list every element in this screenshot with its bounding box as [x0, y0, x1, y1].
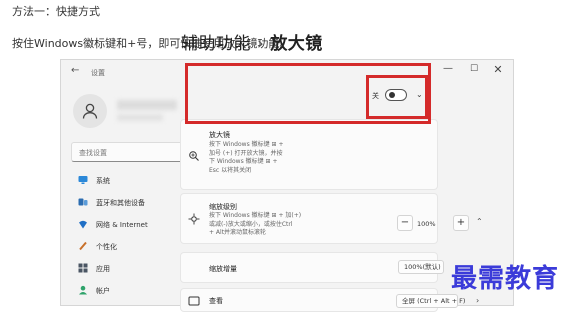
zoom-in-button[interactable]: +	[453, 215, 469, 231]
search-placeholder: 查找设置	[79, 149, 107, 157]
account-icon	[79, 285, 87, 295]
wifi-icon	[79, 220, 87, 229]
blurred-username	[117, 100, 177, 110]
zoom-increment-title: 缩放增量	[209, 265, 237, 273]
toggle-knob	[389, 92, 395, 98]
maximize-button[interactable]: ☐	[467, 64, 481, 74]
user-icon	[82, 103, 98, 119]
zoom-level-title: 缩放级别	[209, 203, 237, 211]
view-select[interactable]: 全屏 (Ctrl + Alt + F)	[396, 294, 465, 308]
blurred-email	[117, 114, 163, 121]
sidebar-item-label: 应用	[96, 265, 110, 273]
sidebar-item-label: 帐户	[96, 287, 110, 295]
article-heading: 方法一：快捷方式	[12, 5, 100, 18]
avatar[interactable]	[73, 94, 107, 128]
toggle-state-label: 关	[372, 92, 379, 100]
minimize-button[interactable]: —	[441, 63, 455, 74]
breadcrumb-parent[interactable]: 辅助功能	[181, 34, 251, 54]
apps-icon	[78, 263, 88, 273]
zoom-level-value: 100%	[417, 220, 436, 228]
view-icon	[188, 296, 200, 306]
magnifier-title: 放大镜	[209, 131, 230, 139]
breadcrumb: 辅助功能 › 放大镜	[181, 29, 323, 54]
magnifier-description: 按下 Windows 徽标键 ⊞ + 加号 (+) 打开放大镜，并按 下 Win…	[209, 141, 284, 174]
watermark: 最需教育	[451, 264, 560, 294]
chevron-down-icon[interactable]: ⌄	[416, 90, 423, 99]
zoom-level-description: 按下 Windows 徽标键 ⊞ + 加(+) 或减(-)放大或缩小，或按住Ct…	[209, 212, 302, 236]
brush-icon	[79, 241, 87, 251]
chevron-up-icon[interactable]: ⌃	[476, 217, 483, 226]
sidebar-item-label: 网络 & Internet	[96, 221, 148, 229]
zoom-out-button[interactable]: −	[397, 215, 413, 231]
breadcrumb-separator: ›	[257, 34, 265, 54]
magnifier-toggle[interactable]	[385, 89, 407, 101]
close-button[interactable]: ✕	[491, 63, 505, 76]
bluetooth-icon	[78, 198, 88, 206]
zoom-icon	[188, 213, 200, 225]
sidebar-item-label: 系统	[96, 177, 110, 185]
sidebar-item-label: 个性化	[96, 243, 117, 251]
sidebar-item-label: 蓝牙和其他设备	[96, 199, 145, 207]
magnifier-icon	[189, 151, 199, 161]
window-title: 设置	[91, 69, 105, 77]
view-title: 查看	[209, 297, 223, 305]
magnifier-card[interactable]: 放大镜 按下 Windows 徽标键 ⊞ + 加号 (+) 打开放大镜，并按 下…	[180, 119, 438, 190]
monitor-icon	[78, 176, 88, 184]
page-title: 放大镜	[270, 34, 323, 54]
zoom-increment-select[interactable]: 100%(默认)	[398, 260, 444, 274]
back-arrow-icon[interactable]: ←	[71, 65, 79, 76]
